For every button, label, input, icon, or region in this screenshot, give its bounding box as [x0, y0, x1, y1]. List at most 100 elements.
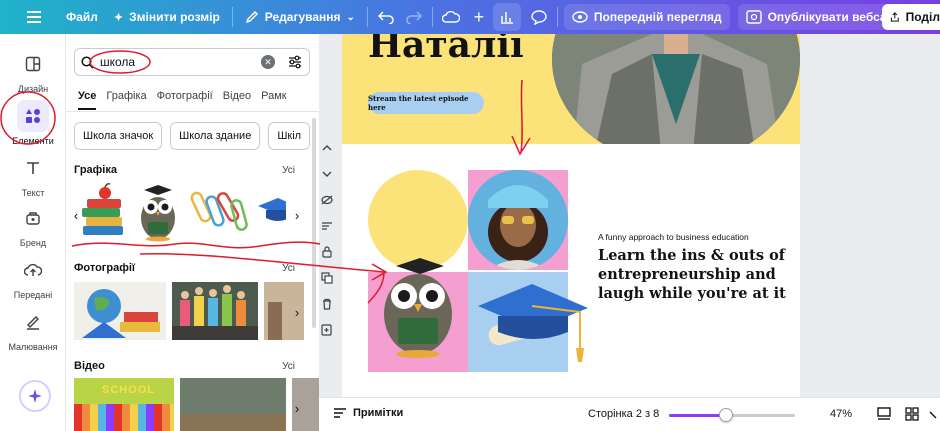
stream-episode-button[interactable]: Stream the latest episode here	[368, 92, 484, 114]
woman-photo[interactable]	[468, 170, 568, 270]
zoom-slider[interactable]	[669, 408, 795, 422]
add-button[interactable]: +	[465, 3, 493, 31]
grid-view-icon[interactable]	[904, 406, 920, 422]
hide-eye-icon[interactable]	[319, 192, 335, 208]
graphics-see-all[interactable]: Усі	[282, 165, 295, 176]
editing-menu[interactable]: Редагування ⌄	[237, 0, 363, 34]
tab-videos[interactable]: Відео	[223, 90, 251, 110]
tab-all[interactable]: Усе	[78, 90, 97, 110]
comment-button[interactable]	[525, 3, 553, 31]
chevron-right-icon[interactable]: ›	[289, 302, 305, 322]
video-see-all[interactable]: Усі	[282, 361, 295, 372]
eye-icon	[572, 11, 588, 23]
comment-icon	[531, 9, 547, 25]
editing-label: Редагування	[264, 10, 341, 24]
rail-item-label: Дизайн	[17, 84, 49, 94]
graphic-item-books[interactable]	[80, 182, 126, 242]
video-row: SCHOOL	[74, 378, 319, 431]
photo-item-globe-supplies[interactable]	[74, 282, 166, 340]
photos-row	[74, 282, 304, 340]
preview-button[interactable]: Попередній перегляд	[563, 4, 730, 30]
chevron-down-icon[interactable]	[319, 166, 335, 182]
share-button[interactable]: Поділ	[882, 4, 940, 30]
duplicate-icon[interactable]	[319, 270, 335, 286]
trash-icon[interactable]	[319, 296, 335, 312]
elements-panel: ✕ Усе Графіка Фотографії Відео Рамк Школ…	[66, 34, 319, 431]
pencils-decoration	[74, 404, 174, 431]
graphic-item-paperclips[interactable]	[190, 182, 250, 242]
redo-icon	[406, 11, 422, 24]
owl-with-book-graphic[interactable]	[366, 258, 470, 358]
photo-item-students-jumping[interactable]	[172, 282, 258, 340]
rail-item-uploads[interactable]: Передані	[0, 254, 66, 300]
chevron-up-icon[interactable]	[319, 140, 335, 156]
page-indicator[interactable]: Сторінка 2 з 8	[588, 408, 659, 420]
divider	[231, 7, 233, 27]
graphic-item-graduation-cap[interactable]	[256, 182, 286, 242]
notes-icon[interactable]	[319, 218, 335, 234]
tab-photos[interactable]: Фотографії	[157, 90, 213, 110]
chip-suggestion[interactable]: Школа значок	[74, 122, 163, 150]
page-1-title[interactable]: Наталії	[368, 34, 524, 66]
magic-assistant-button[interactable]	[19, 380, 51, 412]
resize-label: Змінити розмір	[129, 10, 220, 24]
hamburger-icon[interactable]	[20, 3, 48, 31]
file-menu[interactable]: Файл	[58, 0, 106, 34]
video-item-classroom[interactable]	[180, 378, 286, 431]
pencil-icon	[245, 10, 258, 24]
text-icon	[17, 152, 49, 184]
tagline-text[interactable]: A funny approach to business education	[598, 232, 749, 242]
divider	[431, 7, 433, 27]
tab-graphics[interactable]: Графіка	[106, 90, 146, 110]
brand-icon	[17, 202, 49, 234]
zoom-slider-handle[interactable]	[718, 408, 733, 422]
photos-see-all[interactable]: Усі	[282, 263, 295, 274]
graphics-row	[80, 182, 286, 242]
website-icon	[745, 10, 762, 24]
draw-icon	[17, 306, 49, 338]
fullscreen-icon[interactable]	[928, 406, 940, 422]
rail-item-brand[interactable]: Бренд	[0, 202, 66, 248]
rail-item-label: Передані	[13, 290, 53, 300]
design-icon	[17, 48, 49, 80]
chip-suggestion[interactable]: Школа здание	[170, 122, 261, 150]
redo-button[interactable]	[400, 3, 428, 31]
video-item-school[interactable]: SCHOOL	[74, 378, 174, 431]
search-tabs: Усе Графіка Фотографії Відео Рамк	[78, 90, 287, 110]
suggestion-chips: Школа значок Школа здание Шкіл	[74, 122, 311, 150]
graduation-cap-graphic[interactable]	[468, 262, 598, 372]
lock-icon[interactable]	[319, 244, 335, 260]
classroom-floor	[180, 414, 286, 431]
notes-icon	[334, 408, 346, 418]
undo-icon	[377, 11, 394, 24]
insights-button[interactable]	[492, 3, 521, 31]
rail-item-elements[interactable]: Елементи	[0, 100, 66, 146]
add-page-icon[interactable]	[319, 322, 335, 338]
tab-frames[interactable]: Рамк	[261, 90, 286, 110]
share-label: Поділ	[905, 10, 940, 24]
page-2[interactable]: A funny approach to business education L…	[342, 144, 800, 397]
chevron-right-icon[interactable]: ›	[289, 398, 305, 418]
video-thumb-text: SCHOOL	[102, 384, 156, 396]
notes-button[interactable]: Примітки	[333, 407, 403, 419]
search-input[interactable]	[100, 55, 250, 69]
resize-button[interactable]: ✦ Змінити розмір	[106, 0, 228, 34]
filter-icon[interactable]	[287, 54, 303, 73]
undo-button[interactable]	[372, 3, 400, 31]
clear-search-icon[interactable]: ✕	[261, 55, 275, 69]
headline-text[interactable]: Learn the ins & outs of entrepreneurship…	[598, 246, 788, 303]
page-view-icon[interactable]	[876, 406, 892, 422]
divider	[556, 7, 558, 27]
zoom-percentage[interactable]: 47%	[830, 408, 852, 420]
graphic-item-owl[interactable]	[132, 182, 184, 242]
cloud-save-button[interactable]	[437, 3, 465, 31]
design-canvas[interactable]: Наталії Stream the latest episode here A…	[336, 34, 940, 397]
publish-label: Опублікувати вебсайт	[767, 10, 900, 24]
rail-item-draw[interactable]: Малювання	[0, 306, 66, 352]
rail-item-design[interactable]: Дизайн	[0, 48, 66, 94]
chip-suggestion[interactable]: Шкіл	[268, 122, 311, 150]
rail-item-text[interactable]: Текст	[0, 152, 66, 198]
panel-scrollbar[interactable]	[312, 118, 316, 328]
chevron-right-icon[interactable]: ›	[289, 205, 305, 225]
yellow-circle-shape[interactable]	[368, 170, 468, 270]
